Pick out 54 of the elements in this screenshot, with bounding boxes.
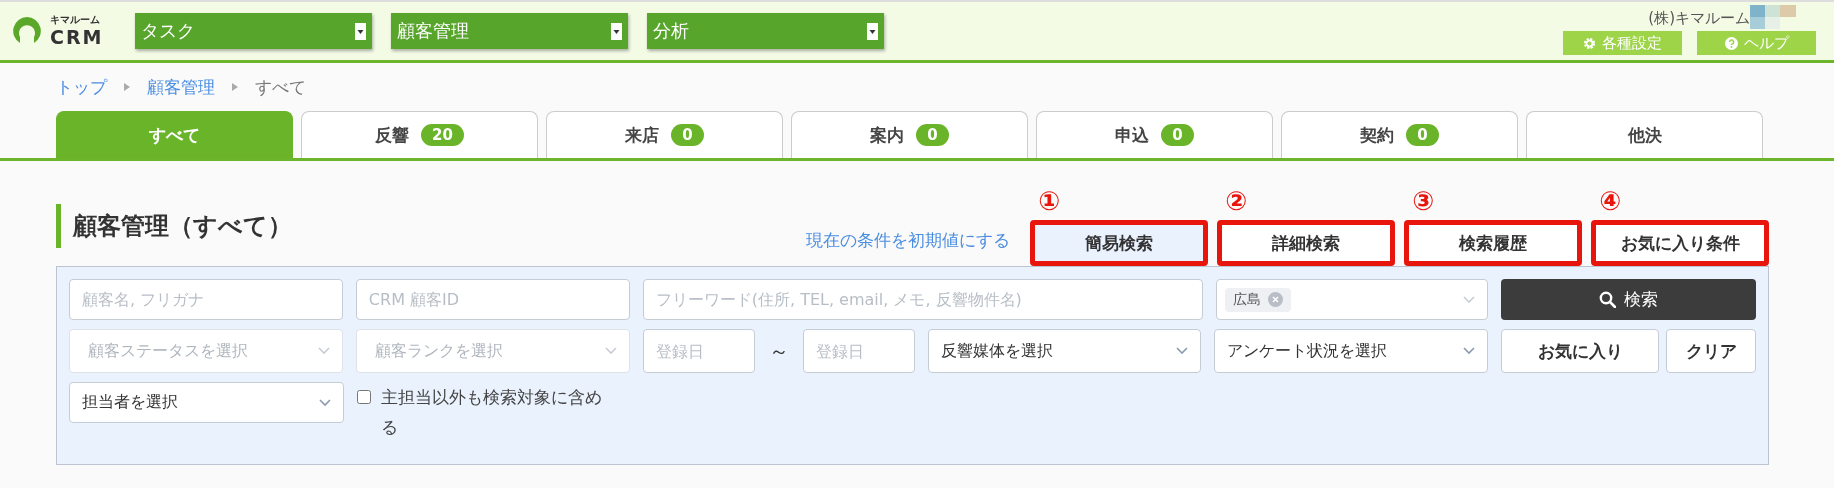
count-badge: 20: [421, 124, 464, 146]
count-badge: 0: [1161, 124, 1194, 146]
chevron-down-icon: [604, 347, 617, 355]
tag-chip[interactable]: 広島: [1225, 287, 1292, 312]
chevron-down-icon: [1176, 347, 1189, 355]
input-field[interactable]: フリーワード(住所, TEL, email, メモ, 反響物件名): [642, 279, 1204, 320]
search-icon: [1599, 291, 1617, 308]
search-mode-tab[interactable]: 詳細検索: [1217, 220, 1395, 266]
breadcrumb-separator-icon: [124, 83, 130, 91]
search-mode-tab[interactable]: お気に入り条件: [1591, 220, 1769, 266]
date-field[interactable]: 登録日: [642, 329, 755, 373]
count-badge: 0: [916, 124, 949, 146]
tab[interactable]: 他決: [1526, 111, 1763, 158]
annotation-number: ③: [1412, 186, 1434, 216]
tag-select-field[interactable]: 広島: [1216, 279, 1489, 320]
chevron-down-icon: [317, 347, 330, 355]
search-mode-tab[interactable]: 簡易検索: [1030, 220, 1208, 266]
annotation-number: ②: [1225, 186, 1247, 216]
checkbox[interactable]: [357, 390, 371, 404]
chevron-down-icon: [1463, 347, 1476, 355]
logo-icon: [12, 16, 42, 46]
select-field[interactable]: 反響媒体を選択: [927, 329, 1202, 373]
tab[interactable]: 反響 20: [301, 111, 538, 158]
range-separator: ～: [767, 337, 790, 365]
remove-icon: [1268, 292, 1284, 307]
select-field[interactable]: アンケート状況を選択: [1214, 329, 1489, 373]
logo-text: CRM: [50, 28, 104, 47]
tab[interactable]: 来店 0: [546, 111, 783, 158]
count-badge: 0: [671, 124, 704, 146]
action-button[interactable]: クリア: [1666, 329, 1757, 373]
chevron-down-icon: [1463, 295, 1476, 304]
breadcrumb-current: すべて: [255, 75, 306, 99]
annotation-number: ④: [1599, 186, 1621, 216]
checkbox-label: 主担当以外も検索対象に含める: [381, 386, 603, 439]
annotation-number: ①: [1038, 186, 1060, 216]
user-avatar-icon: [1750, 5, 1796, 29]
help-icon: [1724, 36, 1738, 50]
chevron-down-icon: [319, 398, 331, 407]
tab[interactable]: 案内 0: [791, 111, 1028, 158]
count-badge: 0: [1406, 124, 1439, 146]
settings-icon: [1583, 36, 1596, 50]
logo-subtitle: キマルーム: [50, 15, 101, 25]
breadcrumb-separator-icon: [232, 83, 238, 91]
action-button[interactable]: お気に入り: [1501, 329, 1660, 373]
page-title: 顧客管理（すべて）: [56, 204, 292, 248]
company-name: (株)キマルーム: [1648, 8, 1750, 28]
date-field[interactable]: 登録日: [802, 329, 915, 373]
search-mode-tab[interactable]: 検索履歴: [1404, 220, 1582, 266]
select-field[interactable]: 担当者を選択: [69, 382, 344, 423]
input-field[interactable]: CRM 顧客ID: [355, 279, 630, 320]
search-button[interactable]: 検索: [1501, 279, 1756, 320]
tab[interactable]: 申込 0: [1036, 111, 1273, 158]
input-field[interactable]: 顧客名, フリガナ: [69, 279, 343, 320]
tab[interactable]: 契約 0: [1281, 111, 1518, 158]
